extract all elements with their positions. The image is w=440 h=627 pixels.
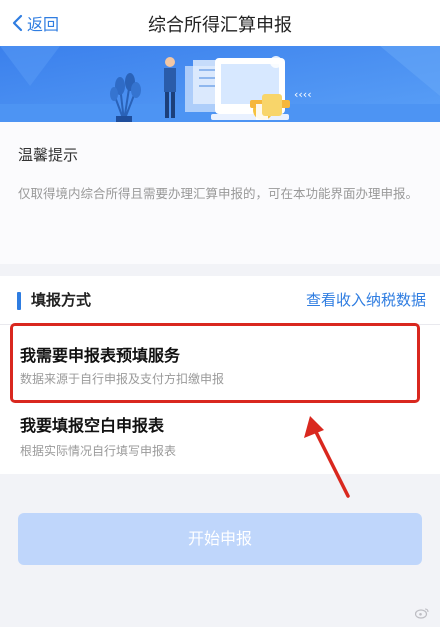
option-subtitle: 根据实际情况自行填写申报表 — [20, 444, 177, 458]
banner-illustration: ‹‹‹‹ — [0, 46, 440, 122]
filing-method-header: 填报方式 查看收入纳税数据 — [0, 276, 440, 324]
filing-method-title: 填报方式 — [31, 291, 92, 309]
option-blank-form[interactable]: 我要填报空白申报表 根据实际情况自行填写申报表 — [0, 404, 440, 472]
option-title: 我需要申报表预填服务 — [20, 346, 181, 365]
option-subtitle: 数据来源于自行申报及支付方扣缴申报 — [20, 372, 225, 386]
option-prefill-service[interactable]: 我需要申报表预填服务 数据来源于自行申报及支付方扣缴申报 — [0, 326, 440, 402]
nav-bar: 返回 综合所得汇算申报 — [0, 0, 440, 46]
filing-method-card: 填报方式 查看收入纳税数据 我需要申报表预填服务 数据来源于自行申报及支付方扣缴… — [0, 276, 440, 474]
svg-text:‹‹‹‹: ‹‹‹‹ — [294, 88, 312, 101]
weibo-watermark — [415, 607, 432, 619]
start-filing-button[interactable]: 开始申报 — [18, 513, 422, 565]
view-income-tax-data-link[interactable]: 查看收入纳税数据 — [306, 289, 426, 310]
page-title: 综合所得汇算申报 — [148, 15, 292, 36]
tips-text: 仅取得境内综合所得且需要办理汇算申报的，可在本功能界面办理申报。 — [18, 186, 419, 201]
tips-title: 温馨提示 — [18, 146, 79, 164]
divider — [0, 324, 440, 325]
section-accent-bar — [17, 292, 21, 310]
option-title: 我要填报空白申报表 — [20, 416, 165, 435]
tips-section: 温馨提示 仅取得境内综合所得且需要办理汇算申报的，可在本功能界面办理申报。 — [0, 122, 440, 264]
weibo-icon — [415, 608, 429, 619]
